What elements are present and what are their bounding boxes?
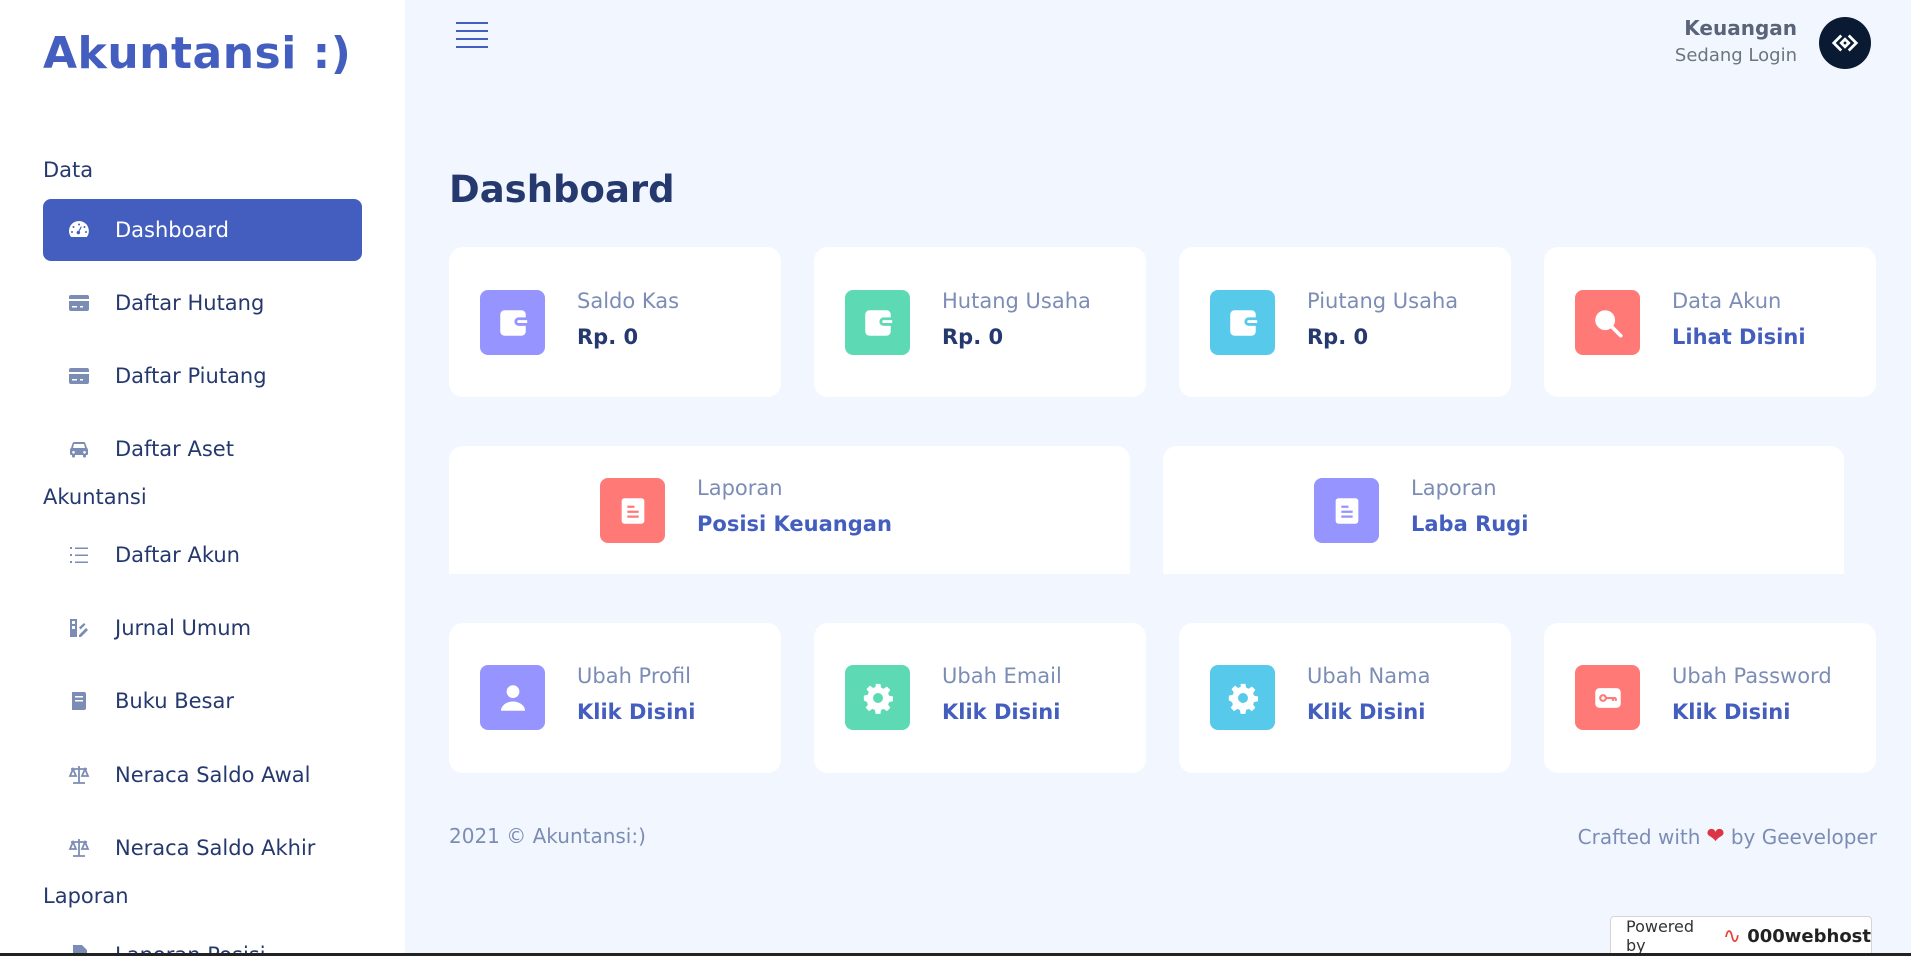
sidebar-item-buku-besar[interactable]: Buku Besar bbox=[43, 670, 362, 732]
sidebar-item-laporan-posisi[interactable]: Laporan Posisi bbox=[43, 924, 362, 956]
list-icon bbox=[65, 543, 92, 567]
stat-card-saldo-kas[interactable]: Saldo Kas Rp. 0 bbox=[449, 247, 781, 397]
sidebar-item-label: Neraca Saldo Awal bbox=[115, 763, 311, 787]
crafted-prefix: Crafted with bbox=[1577, 824, 1701, 849]
stat-card-piutang-usaha[interactable]: Piutang Usaha Rp. 0 bbox=[1179, 247, 1511, 397]
data-akun-link[interactable]: Lihat Disini bbox=[1672, 325, 1806, 349]
powered-by-brand: 000webhost bbox=[1747, 925, 1871, 947]
journal-icon bbox=[65, 616, 92, 640]
webhost-logo-icon: ∿ bbox=[1722, 923, 1742, 949]
credit-card-icon bbox=[65, 291, 92, 315]
avatar[interactable] bbox=[1819, 17, 1871, 69]
stat-card-data-akun[interactable]: Data Akun Lihat Disini bbox=[1544, 247, 1876, 397]
report-label: Laporan bbox=[697, 476, 783, 500]
report-card-laba-rugi[interactable]: Laporan Laba Rugi bbox=[1163, 446, 1844, 574]
crafted-suffix: by Geeveloper bbox=[1730, 824, 1877, 849]
settings-card-ubah-nama[interactable]: Ubah Nama Klik Disini bbox=[1179, 623, 1511, 773]
heart-icon: ❤ bbox=[1706, 824, 1725, 849]
sidebar-item-label: Buku Besar bbox=[115, 689, 234, 713]
sidebar-item-label: Neraca Saldo Akhir bbox=[115, 836, 316, 860]
footer-copyright: 2021 © Akuntansi:) bbox=[449, 824, 646, 848]
search-icon bbox=[1575, 290, 1640, 355]
sidebar: Akuntansi :) Data Dashboard Daftar Hutan… bbox=[0, 0, 405, 956]
sidebar-item-neraca-saldo-awal[interactable]: Neraca Saldo Awal bbox=[43, 744, 362, 806]
stat-label: Saldo Kas bbox=[577, 289, 680, 313]
sidebar-item-label: Daftar Akun bbox=[115, 543, 240, 567]
hamburger-menu-icon[interactable] bbox=[456, 22, 488, 48]
sidebar-section-akuntansi: Akuntansi bbox=[43, 485, 147, 509]
sidebar-item-daftar-piutang[interactable]: Daftar Piutang bbox=[43, 345, 362, 407]
footer-credits: Crafted with ❤ by Geeveloper bbox=[1578, 824, 1877, 849]
settings-card-ubah-profil[interactable]: Ubah Profil Klik Disini bbox=[449, 623, 781, 773]
scale-icon bbox=[65, 763, 92, 787]
settings-card-ubah-password[interactable]: Ubah Password Klik Disini bbox=[1544, 623, 1876, 773]
stat-label: Piutang Usaha bbox=[1307, 289, 1459, 313]
settings-link[interactable]: Klik Disini bbox=[942, 700, 1060, 724]
report-card-posisi-keuangan[interactable]: Laporan Posisi Keuangan bbox=[449, 446, 1130, 574]
person-icon bbox=[480, 665, 545, 730]
wallet-icon bbox=[480, 290, 545, 355]
book-icon bbox=[65, 689, 92, 713]
settings-label: Ubah Profil bbox=[577, 664, 691, 688]
document-icon bbox=[600, 478, 665, 543]
settings-link[interactable]: Klik Disini bbox=[577, 700, 695, 724]
stat-label: Data Akun bbox=[1672, 289, 1782, 313]
user-status: Sedang Login bbox=[1674, 45, 1797, 66]
settings-link[interactable]: Klik Disini bbox=[1672, 700, 1790, 724]
stat-value: Rp. 0 bbox=[577, 325, 639, 349]
wallet-icon bbox=[1210, 290, 1275, 355]
report-link[interactable]: Posisi Keuangan bbox=[697, 512, 892, 536]
speedometer-icon bbox=[65, 218, 92, 242]
sidebar-item-label: Daftar Aset bbox=[115, 437, 234, 461]
sidebar-item-label: Daftar Hutang bbox=[115, 291, 265, 315]
stat-value: Rp. 0 bbox=[1307, 325, 1369, 349]
credit-card-icon bbox=[65, 364, 92, 388]
powered-by-badge[interactable]: Powered by ∿ 000webhost bbox=[1610, 916, 1872, 956]
stat-value: Rp. 0 bbox=[942, 325, 1004, 349]
scale-icon bbox=[65, 836, 92, 860]
powered-by-label: Powered by bbox=[1626, 917, 1695, 955]
sidebar-item-dashboard[interactable]: Dashboard bbox=[43, 199, 362, 261]
sidebar-item-daftar-akun[interactable]: Daftar Akun bbox=[43, 524, 362, 586]
sidebar-item-label: Dashboard bbox=[115, 218, 229, 242]
gear-icon bbox=[845, 665, 910, 730]
settings-card-ubah-email[interactable]: Ubah Email Klik Disini bbox=[814, 623, 1146, 773]
user-name: Keuangan bbox=[1684, 16, 1797, 40]
code-logo-icon bbox=[1831, 34, 1859, 52]
car-icon bbox=[65, 437, 92, 461]
stat-label: Hutang Usaha bbox=[942, 289, 1091, 313]
sidebar-item-label: Jurnal Umum bbox=[115, 616, 252, 640]
sidebar-section-laporan: Laporan bbox=[43, 884, 129, 908]
sidebar-item-daftar-aset[interactable]: Daftar Aset bbox=[43, 418, 362, 480]
settings-label: Ubah Nama bbox=[1307, 664, 1431, 688]
key-icon bbox=[1575, 665, 1640, 730]
sidebar-item-label: Daftar Piutang bbox=[115, 364, 267, 388]
sidebar-item-neraca-saldo-akhir[interactable]: Neraca Saldo Akhir bbox=[43, 817, 362, 879]
wallet-icon bbox=[845, 290, 910, 355]
settings-label: Ubah Password bbox=[1672, 664, 1832, 688]
sidebar-section-data: Data bbox=[43, 158, 94, 182]
sidebar-item-jurnal-umum[interactable]: Jurnal Umum bbox=[43, 597, 362, 659]
report-link[interactable]: Laba Rugi bbox=[1411, 512, 1528, 536]
page-title: Dashboard bbox=[449, 168, 675, 211]
brand-logo[interactable]: Akuntansi :) bbox=[43, 28, 351, 79]
settings-link[interactable]: Klik Disini bbox=[1307, 700, 1425, 724]
settings-label: Ubah Email bbox=[942, 664, 1062, 688]
sidebar-item-daftar-hutang[interactable]: Daftar Hutang bbox=[43, 272, 362, 334]
gear-icon bbox=[1210, 665, 1275, 730]
document-icon bbox=[1314, 478, 1379, 543]
report-label: Laporan bbox=[1411, 476, 1497, 500]
stat-card-hutang-usaha[interactable]: Hutang Usaha Rp. 0 bbox=[814, 247, 1146, 397]
